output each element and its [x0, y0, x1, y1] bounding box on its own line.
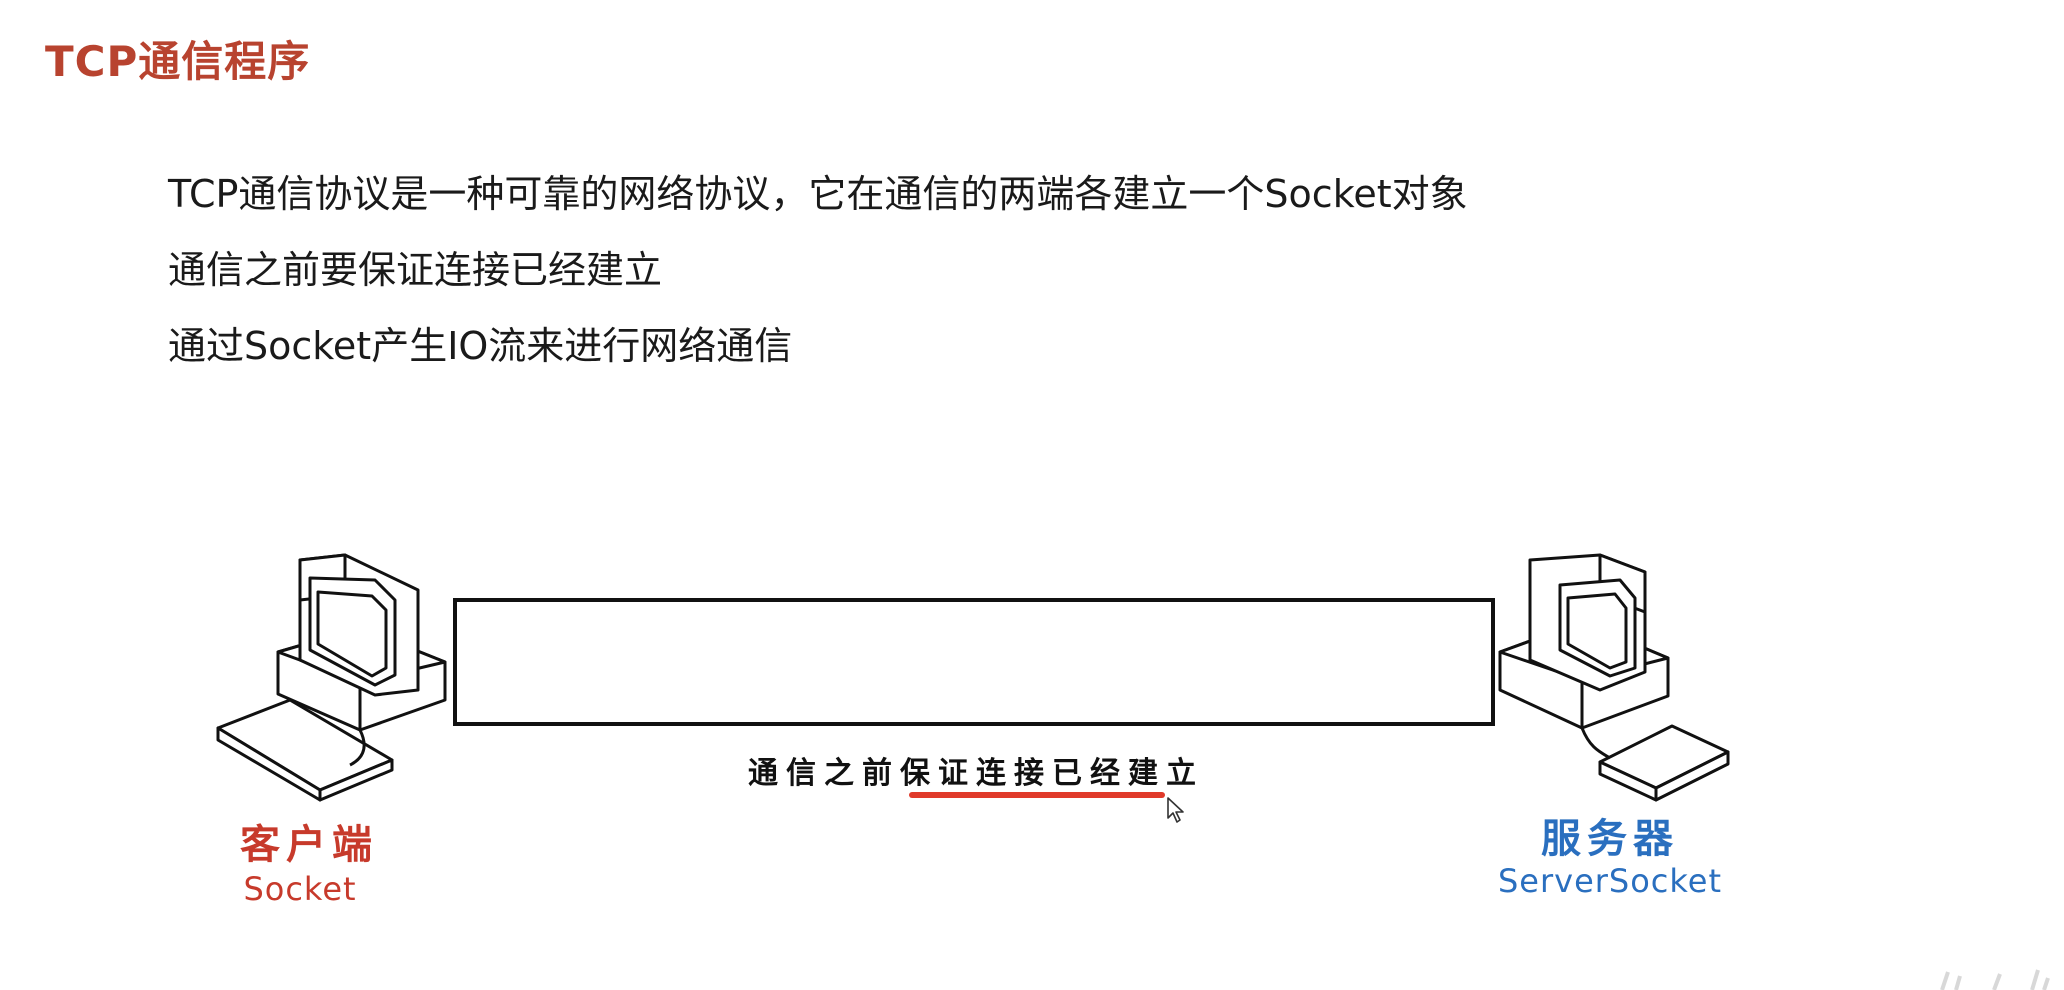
connection-caption: 通信之前保证连接已经建立: [748, 756, 1204, 791]
server-computer-icon: [1498, 553, 1730, 802]
watermark-icon: [1940, 969, 2050, 990]
client-socket-label: Socket: [243, 870, 357, 908]
server-label: 服务器: [1541, 816, 1679, 862]
server-socket-label: ServerSocket: [1497, 862, 1723, 900]
client-label: 客户端: [240, 822, 378, 868]
client-computer-icon: [216, 553, 447, 802]
connection-channel: [453, 598, 1495, 726]
mouse-cursor-icon: [1167, 797, 1184, 823]
